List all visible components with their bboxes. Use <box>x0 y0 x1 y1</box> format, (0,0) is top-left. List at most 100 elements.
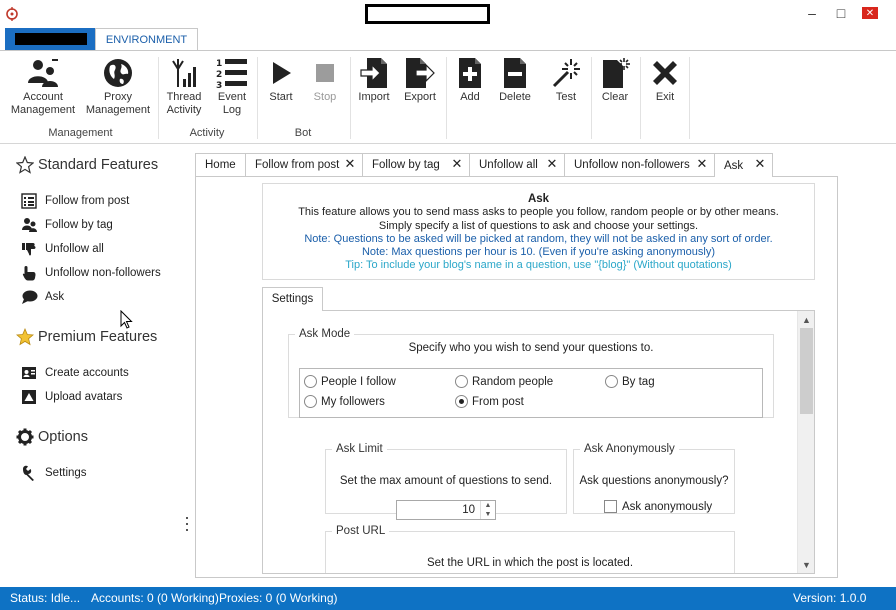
radio-my-followers[interactable]: My followers <box>304 395 385 408</box>
stop-button[interactable]: Stop <box>306 55 344 104</box>
scroll-down-icon[interactable]: ▼ <box>798 556 814 573</box>
upload-triangle-icon <box>22 390 36 404</box>
exit-button[interactable]: Exit <box>646 55 684 104</box>
tab-settings[interactable]: Settings <box>262 287 323 311</box>
checkbox-box <box>604 500 617 513</box>
ribbon-separator <box>257 57 258 139</box>
maximize-icon: □ <box>836 5 846 21</box>
test-button[interactable]: Test <box>546 55 586 104</box>
options-heading: Options <box>16 428 88 446</box>
sidebar-item-create-accounts[interactable]: Create accounts <box>20 365 129 381</box>
account-management-button[interactable]: Account Management <box>10 55 76 117</box>
sidebar-item-upload-avatars[interactable]: Upload avatars <box>20 389 122 405</box>
feature-info-box: Ask This feature allows you to send mass… <box>262 183 815 280</box>
radio-people-i-follow[interactable]: People I follow <box>304 375 396 388</box>
proxy-management-button[interactable]: Proxy Management <box>85 55 151 117</box>
wrench-icon <box>23 465 34 481</box>
note-max-questions: Note: Max questions per hour is 10. (Eve… <box>361 246 716 259</box>
radio-from-post[interactable]: From post <box>455 395 524 408</box>
group-label-management: Management <box>48 127 113 139</box>
ribbon-tab-strip: ENVIRONMENT <box>0 28 896 51</box>
ribbon-separator <box>350 57 351 139</box>
add-button[interactable]: Add <box>451 55 489 104</box>
thread-activity-button[interactable]: Thread Activity <box>162 55 206 117</box>
tab-home[interactable]: Home <box>195 153 246 176</box>
event-log-button[interactable]: 1 2 3 Event Log <box>210 55 254 117</box>
ask-anonymously-checkbox[interactable]: Ask anonymously <box>604 500 712 513</box>
status-state: Status: Idle... <box>10 591 81 605</box>
sidebar-item-ask[interactable]: Ask <box>20 289 64 305</box>
radio-random-people[interactable]: Random people <box>455 375 553 388</box>
ask-limit-stepper[interactable]: 10 ▲ ▼ <box>396 500 496 520</box>
radio-by-tag[interactable]: By tag <box>605 375 655 388</box>
radio-circle <box>304 395 317 408</box>
tab-environment[interactable]: ENVIRONMENT <box>95 28 198 51</box>
pointing-hand-icon <box>22 266 36 281</box>
scroll-up-icon[interactable]: ▲ <box>798 311 814 328</box>
tab-follow-from-post[interactable]: Follow from post ✕ <box>245 153 363 176</box>
stop-icon <box>316 64 334 82</box>
users-icon <box>21 218 37 232</box>
sidebar: Standard Features Follow from post Follo… <box>0 148 190 578</box>
close-tab-icon[interactable]: ✕ <box>545 157 559 171</box>
star-icon <box>16 328 34 346</box>
ask-anonymously-description: Ask questions anonymously? <box>579 475 729 487</box>
signal-bars-icon <box>172 59 196 87</box>
close-tab-icon[interactable]: ✕ <box>343 157 357 171</box>
minimize-icon: – <box>808 5 816 21</box>
import-button[interactable]: Import <box>354 55 394 104</box>
export-button[interactable]: Export <box>399 55 441 104</box>
ribbon-separator <box>591 57 592 139</box>
close-tab-icon[interactable]: ✕ <box>450 157 464 171</box>
add-document-icon <box>459 58 481 88</box>
close-tab-icon[interactable]: ✕ <box>695 157 709 171</box>
sidebar-item-follow-from-post[interactable]: Follow from post <box>20 193 129 209</box>
tab-follow-by-tag[interactable]: Follow by tag ✕ <box>362 153 470 176</box>
vertical-scrollbar[interactable]: ▲ ▼ <box>797 311 814 573</box>
tab-unfollow-non-followers[interactable]: Unfollow non-followers ✕ <box>564 153 715 176</box>
ask-mode-options: People I follow Random people By tag My … <box>299 368 763 418</box>
delete-button[interactable]: Delete <box>495 55 535 104</box>
status-proxies: Proxies: 0 (0 Working) <box>219 591 338 605</box>
ask-limit-description: Set the max amount of questions to send. <box>339 475 553 487</box>
minimize-button[interactable]: – <box>797 0 827 26</box>
gear-icon <box>16 428 34 446</box>
note-random-order: Note: Questions to be asked will be pick… <box>304 232 773 245</box>
splitter-grip-icon[interactable] <box>186 516 189 534</box>
export-icon <box>406 58 435 88</box>
sidebar-item-unfollow-non-followers[interactable]: Unfollow non-followers <box>20 265 161 281</box>
feature-description: This feature allows you to send mass ask… <box>298 206 779 219</box>
clear-button[interactable]: Clear <box>596 55 634 104</box>
maximize-button[interactable]: □ <box>826 0 856 26</box>
radio-circle <box>605 375 618 388</box>
feature-heading: Ask <box>527 193 550 205</box>
ribbon-separator <box>640 57 641 139</box>
start-button[interactable]: Start <box>262 55 300 104</box>
globe-icon <box>104 59 132 87</box>
file-tab-redacted-label <box>15 33 87 45</box>
close-tab-icon[interactable]: ✕ <box>753 157 767 171</box>
feature-instructions: Simply specify a list of questions to as… <box>378 219 699 232</box>
tab-unfollow-all[interactable]: Unfollow all ✕ <box>469 153 565 176</box>
ribbon: Account Management Proxy Management Mana… <box>0 50 896 144</box>
group-label-activity: Activity <box>189 127 225 139</box>
ask-mode-group: Ask Mode Specify who you wish to send yo… <box>288 328 774 418</box>
radio-circle <box>304 375 317 388</box>
title-bar: – □ ✕ <box>0 0 896 28</box>
tab-ask[interactable]: Ask ✕ <box>714 153 773 177</box>
sidebar-item-follow-by-tag[interactable]: Follow by tag <box>20 217 113 233</box>
scrollbar-thumb[interactable] <box>800 328 813 414</box>
file-tab[interactable] <box>5 28 95 50</box>
close-button[interactable]: ✕ <box>855 0 885 26</box>
sidebar-item-unfollow-all[interactable]: Unfollow all <box>20 241 104 257</box>
ask-panel: Ask This feature allows you to send mass… <box>195 176 838 578</box>
chevron-up-icon[interactable]: ▲ <box>481 501 495 510</box>
settings-scroll-area: Ask Mode Specify who you wish to send yo… <box>262 310 815 574</box>
sidebar-item-settings[interactable]: Settings <box>20 465 87 481</box>
import-icon <box>360 58 387 88</box>
stepper-arrows[interactable]: ▲ ▼ <box>480 501 495 519</box>
post-url-description: Set the URL in which the post is located… <box>426 557 634 569</box>
svg-text:3: 3 <box>216 81 222 90</box>
magic-wand-icon <box>552 59 580 88</box>
chevron-down-icon[interactable]: ▼ <box>481 510 495 519</box>
